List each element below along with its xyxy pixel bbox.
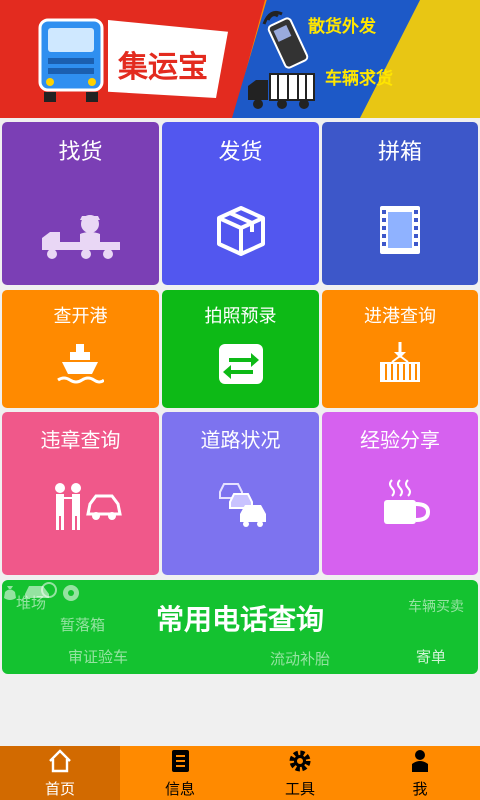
truck-side-icon [248, 73, 315, 109]
tile-port-entry[interactable]: 进港查询 [322, 290, 478, 408]
document-icon [172, 750, 189, 772]
tile-label: 拼箱 [377, 140, 422, 165]
nav-me[interactable]: 我 [360, 746, 480, 800]
nav-tools[interactable]: 工具 [240, 746, 360, 800]
tile-label: 道路状况 [200, 428, 281, 452]
mobile-phone-icon [262, 10, 309, 69]
bottom-nav: 首页 信息 工具 我 [0, 746, 480, 800]
container-film-icon [380, 206, 420, 254]
common-phone-query-banner[interactable]: 堆场 暂落箱 车辆买卖 常用电话查询 审证验车 流动补胎 寄单 [2, 580, 478, 674]
tile-label: 违章查询 [40, 428, 121, 452]
tile-consolidate[interactable]: 拼箱 [322, 122, 478, 285]
nav-label: 我 [412, 780, 428, 798]
tile-label: 拍照预录 [204, 306, 277, 327]
gear-icon [289, 750, 311, 772]
nav-info[interactable]: 信息 [120, 746, 240, 800]
ship-icon [57, 344, 104, 384]
truck-front-icon [38, 18, 104, 102]
phone-banner-title: 常用电话查询 [155, 603, 324, 636]
tile-label: 查开港 [53, 306, 108, 327]
tile-send-goods[interactable]: 发货 [162, 122, 319, 285]
phone-item-tire-repair: 流动补胎 [270, 650, 331, 668]
nav-home[interactable]: 首页 [0, 746, 120, 800]
traffic-cars-icon [219, 483, 266, 527]
home-icon [49, 749, 71, 773]
tile-violation[interactable]: 违章查询 [2, 412, 159, 575]
exchange-arrows-icon [219, 344, 263, 384]
nav-label: 信息 [164, 780, 195, 798]
tile-port-open[interactable]: 查开港 [2, 290, 159, 408]
app-name: 集运宝 [118, 50, 208, 85]
tile-road-status[interactable]: 道路状况 [162, 412, 319, 575]
tile-label: 发货 [218, 140, 263, 165]
crane-container-icon [380, 342, 420, 382]
tile-label: 找货 [58, 140, 103, 165]
tile-photo-record[interactable]: 拍照预录 [162, 290, 319, 408]
banner-tag-bulk: 散货外发 [308, 17, 376, 37]
top-banner[interactable]: 集运宝 散货外发 车辆求货 [0, 0, 480, 118]
traffic-police-icon [55, 483, 122, 530]
banner-tag-vehicle: 车辆求货 [325, 69, 393, 89]
phone-item-mail-docs: 寄单 [416, 648, 447, 666]
tile-label: 进港查询 [364, 306, 436, 327]
user-icon [412, 750, 428, 772]
tow-truck-icon [42, 215, 120, 259]
nav-label: 工具 [284, 780, 315, 798]
coffee-cup-icon [384, 479, 431, 524]
tile-label: 经验分享 [360, 428, 440, 452]
tile-experience[interactable]: 经验分享 [322, 412, 478, 575]
tile-find-goods[interactable]: 找货 [2, 122, 159, 285]
package-box-icon [217, 206, 265, 256]
nav-label: 首页 [44, 780, 75, 798]
phone-item-inspection: 审证验车 [68, 648, 129, 666]
